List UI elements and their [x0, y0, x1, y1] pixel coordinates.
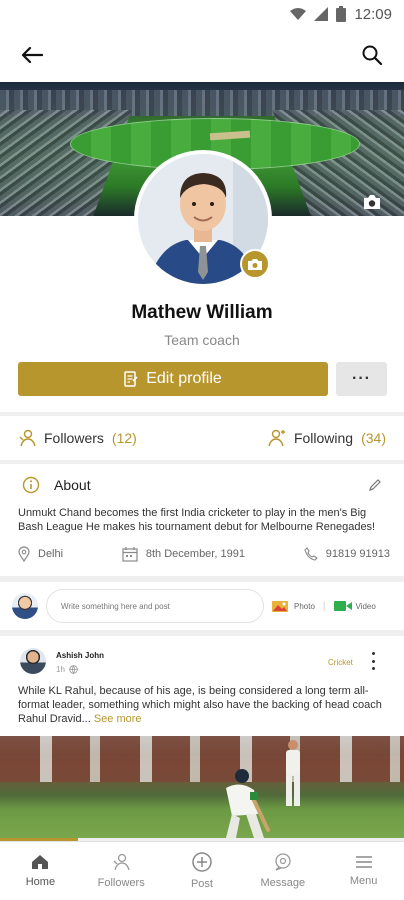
nav-followers[interactable]: Followers: [81, 853, 161, 889]
edit-pencil-icon[interactable]: [368, 478, 382, 492]
post-text: While KL Rahul, because of his age, is b…: [18, 684, 388, 726]
dob-text: 8th December, 1991: [145, 548, 245, 560]
profile-role: Team coach: [164, 332, 240, 348]
post-category-tag[interactable]: Cricket: [328, 658, 353, 667]
signal-icon: [314, 7, 329, 21]
nav-menu-label: Menu: [349, 875, 378, 887]
photo-icon: [272, 601, 288, 612]
about-title-group: About: [22, 476, 91, 494]
about-section: About Unmukt Chand becomes the first Ind…: [0, 464, 404, 576]
followers-icon: [113, 853, 130, 871]
back-arrow-icon: [21, 46, 43, 64]
public-globe-icon: [69, 665, 78, 675]
search-icon: [362, 45, 382, 65]
nav-post-label: Post: [190, 878, 213, 890]
composer-separator: |: [322, 600, 326, 612]
post-author-avatar[interactable]: [20, 648, 46, 674]
menu-icon: [355, 856, 372, 868]
phone-text: 91819 91913: [325, 548, 390, 560]
composer-avatar: [12, 593, 38, 619]
followers-count: (12): [111, 430, 137, 446]
profile-screen: 12:09 Mathew William Team coach Edit pro…: [0, 0, 404, 900]
photo-button[interactable]: Photo: [272, 599, 315, 613]
video-camera-icon: [333, 601, 352, 611]
location-item: Delhi: [18, 546, 63, 562]
home-icon: [32, 855, 49, 869]
location-pin-icon: [18, 546, 30, 562]
wifi-icon: [290, 8, 307, 20]
photo-label: Photo: [294, 601, 315, 611]
following-count: (34): [361, 430, 386, 446]
about-meta-row: Delhi 8th December, 1991 91819 91913: [18, 546, 390, 562]
more-options-button[interactable]: ···: [336, 362, 387, 396]
nav-message[interactable]: Message: [243, 853, 323, 889]
nav-followers-label: Followers: [97, 877, 145, 889]
post-author-name[interactable]: Ashish John: [56, 651, 104, 660]
add-post-icon: [192, 852, 212, 872]
post-text-body: While KL Rahul, because of his age, is b…: [18, 685, 382, 725]
about-title: About: [54, 477, 91, 493]
edit-profile-label: Edit profile: [146, 370, 222, 387]
fielder-figure: [286, 740, 300, 806]
post-image[interactable]: [0, 736, 404, 838]
bottom-navigation: Home Followers Post Message Menu: [0, 841, 404, 900]
about-header: About: [22, 476, 382, 494]
following-icon: [268, 429, 285, 447]
see-more-link[interactable]: See more: [94, 713, 142, 725]
batsman-figure: [226, 769, 270, 838]
nav-post[interactable]: Post: [162, 852, 242, 890]
camera-icon: [248, 258, 262, 270]
post-composer: Write something here and post Photo | Vi…: [0, 582, 404, 630]
search-button[interactable]: [358, 41, 386, 69]
edit-note-icon: [124, 371, 138, 387]
info-icon: [22, 476, 40, 494]
battery-icon: [336, 6, 347, 22]
video-label: Video: [355, 601, 376, 611]
post-options-button[interactable]: [366, 652, 380, 670]
nav-menu[interactable]: Menu: [324, 855, 404, 887]
message-icon: [275, 853, 291, 871]
edit-profile-button[interactable]: Edit profile: [18, 362, 328, 396]
phone-item: 91819 91913: [304, 547, 390, 561]
profile-name: Mathew William: [131, 302, 273, 323]
calendar-icon: [122, 547, 138, 562]
followers-icon: [19, 429, 36, 447]
avatar-camera-button[interactable]: [240, 249, 270, 279]
phone-icon: [304, 547, 318, 561]
cover-camera-icon[interactable]: [362, 194, 382, 210]
video-button[interactable]: Video: [333, 600, 376, 612]
location-text: Delhi: [38, 548, 64, 560]
nav-home[interactable]: Home: [0, 854, 80, 888]
post-time-text: 1h: [56, 665, 65, 674]
back-button[interactable]: [18, 41, 46, 69]
status-bar: 12:09: [0, 0, 404, 28]
nav-home-label: Home: [25, 876, 56, 888]
app-bar: [0, 28, 404, 82]
follow-stats-row: Followers (12) Following (34): [0, 416, 404, 460]
dob-item: 8th December, 1991: [122, 546, 245, 562]
followers-link[interactable]: Followers (12): [18, 429, 137, 447]
about-text: Unmukt Chand becomes the first India cri…: [18, 507, 376, 533]
following-label: Following: [293, 430, 354, 446]
nav-message-label: Message: [260, 877, 306, 889]
post-card: Ashish John 1h Cricket While KL Rahul, b…: [0, 636, 404, 838]
followers-label: Followers: [44, 430, 104, 446]
post-time: 1h: [56, 665, 78, 675]
status-time: 12:09: [354, 5, 392, 23]
following-link[interactable]: Following (34): [268, 429, 386, 447]
composer-input[interactable]: Write something here and post: [46, 589, 264, 623]
